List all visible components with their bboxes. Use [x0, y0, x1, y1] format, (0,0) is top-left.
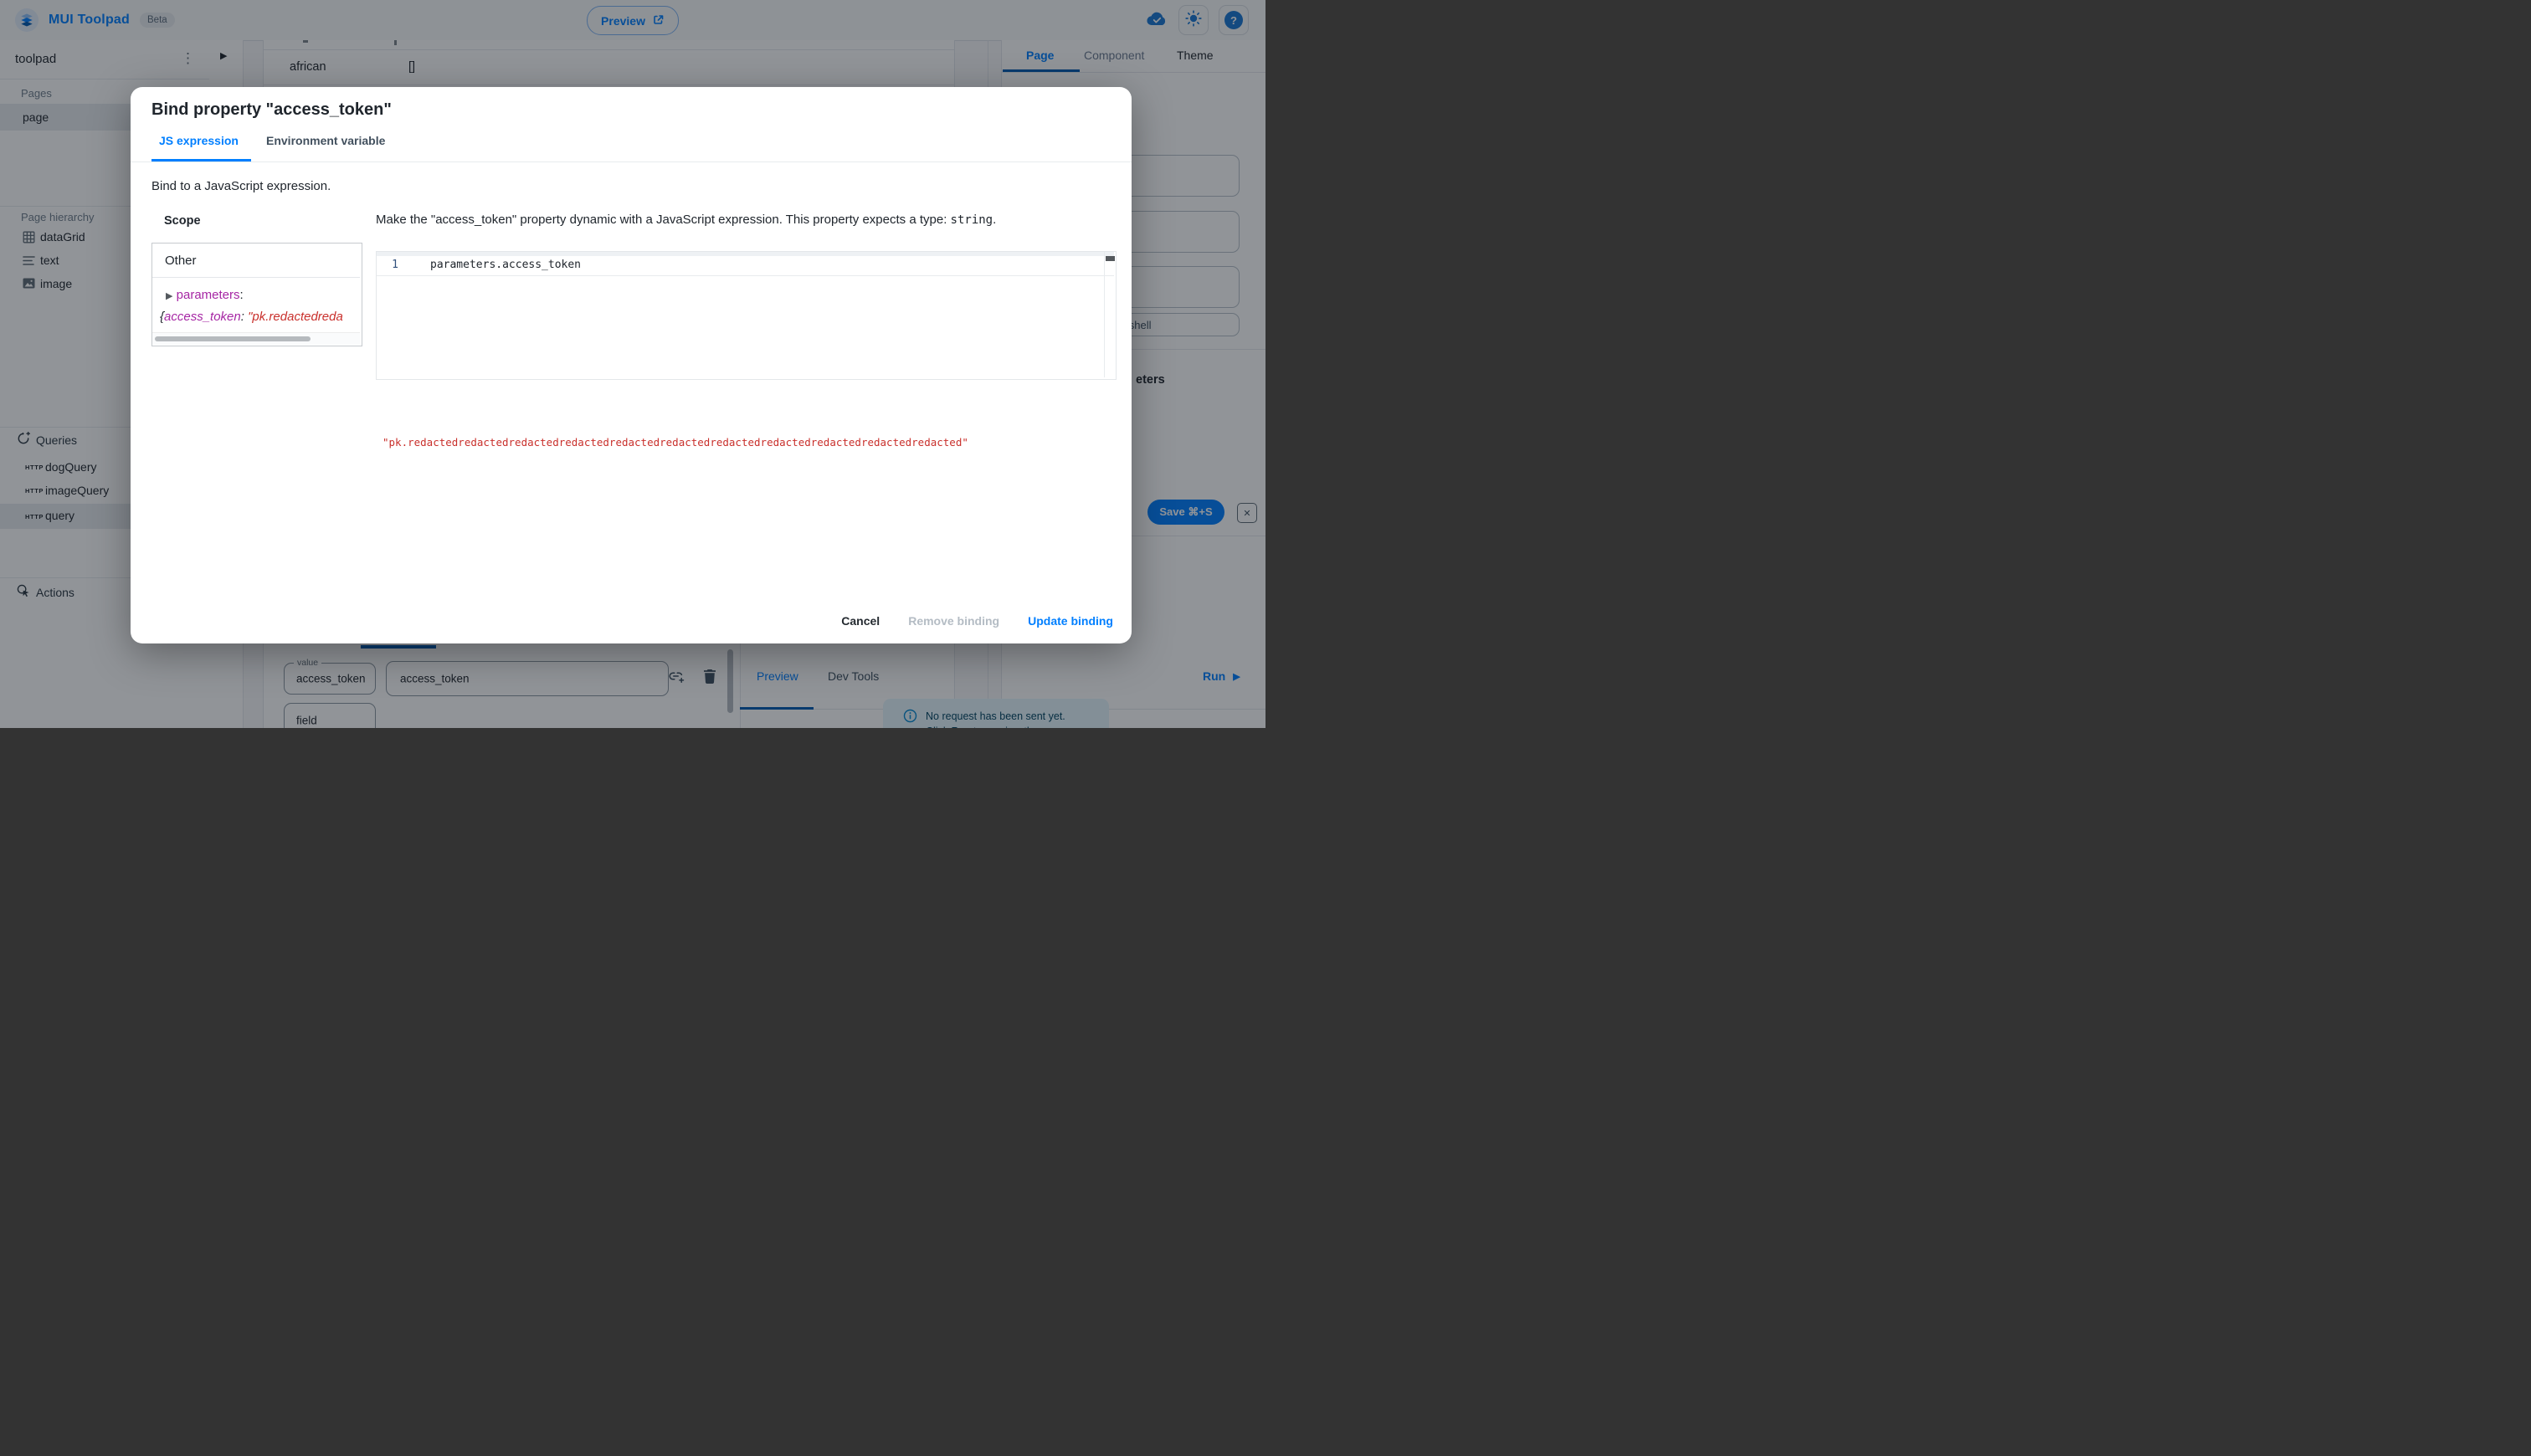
dialog-footer: Cancel Remove binding Update binding: [841, 608, 1113, 633]
dialog-description: Bind to a JavaScript expression.: [151, 179, 331, 193]
scope-scrollbar-track: [152, 332, 360, 345]
js-expression-editor[interactable]: 1 parameters.access_token: [376, 251, 1117, 380]
tab-environment-variable[interactable]: Environment variable: [266, 134, 385, 147]
mui-toolpad-app: MUI Toolpad Beta Preview ? toolpad ⋮ Pag…: [0, 0, 1266, 728]
scope-explorer: Other ▶ parameters: {access_token: "pk.r…: [151, 243, 362, 346]
update-binding-button[interactable]: Update binding: [1028, 614, 1113, 628]
editor-scrollbar-track: [1104, 252, 1105, 377]
cancel-button[interactable]: Cancel: [841, 614, 880, 628]
scope-divider: [152, 277, 360, 278]
binding-instruction: Make the "access_token" property dynamic…: [376, 213, 997, 227]
dialog-title: Bind property "access_token": [151, 100, 392, 119]
tree-expander-icon[interactable]: ▶: [166, 291, 172, 301]
editor-scrollbar-thumb[interactable]: [1106, 256, 1115, 261]
scope-scrollbar-thumb[interactable]: [155, 336, 311, 341]
dialog-tabs-border: [131, 161, 1132, 162]
remove-binding-button[interactable]: Remove binding: [908, 614, 999, 628]
tab-js-expression[interactable]: JS expression: [159, 134, 239, 147]
bind-property-dialog: Bind property "access_token" JS expressi…: [131, 87, 1132, 643]
expected-type: string: [950, 213, 993, 227]
scope-tree-value-preview: {access_token: "pk.redactedreda: [160, 310, 343, 324]
scope-label: Scope: [164, 214, 201, 228]
editor-line-number: 1: [392, 259, 398, 271]
scope-tree-parameters[interactable]: ▶ parameters:: [166, 288, 244, 302]
scope-group-label: Other: [165, 254, 197, 268]
editor-code: parameters.access_token: [430, 259, 582, 271]
evaluated-result: "pk.redactedredactedredactedredactedreda…: [382, 436, 968, 449]
